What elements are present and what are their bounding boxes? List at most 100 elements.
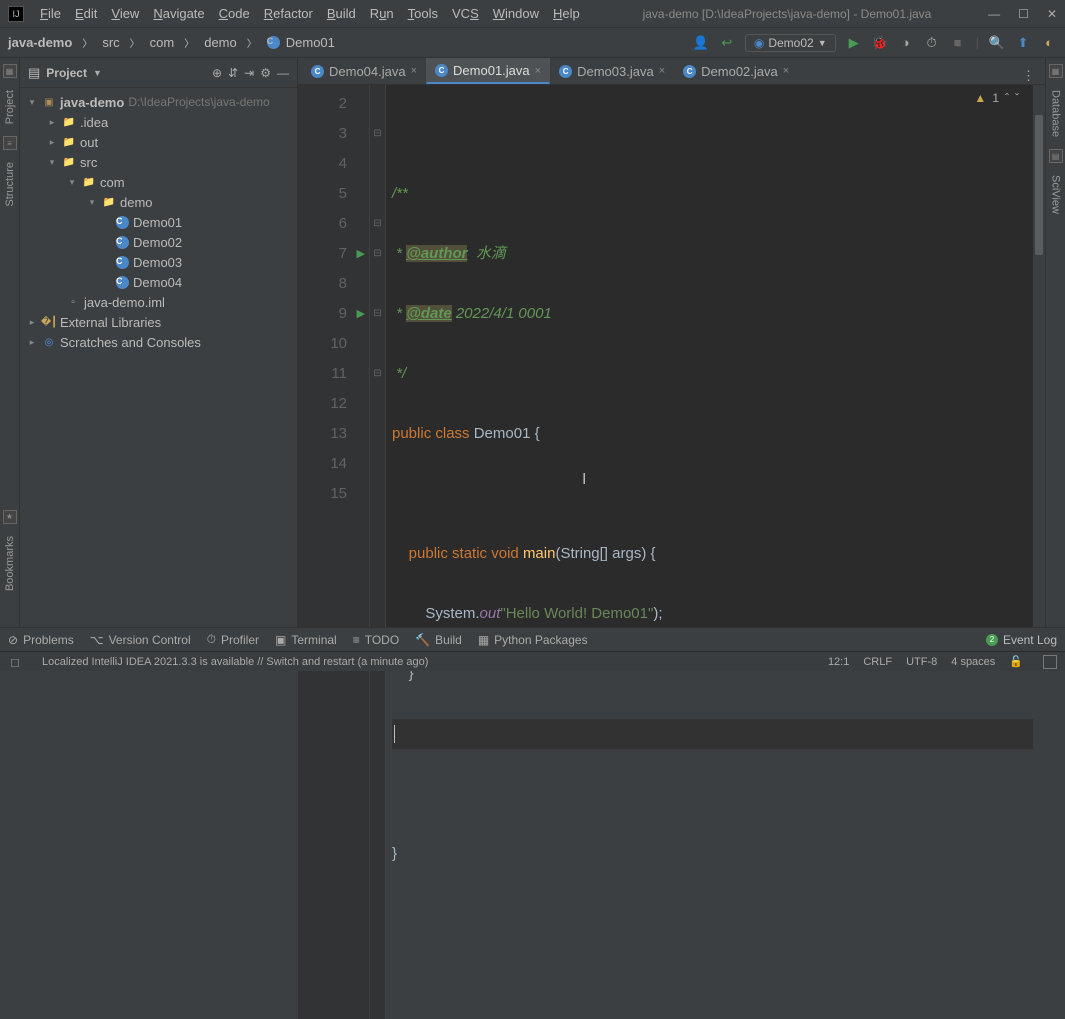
tree-scratch[interactable]: ▸◎ Scratches and Consoles [20,332,297,352]
debug-button[interactable]: 🐞 [872,35,888,51]
settings-gear-icon[interactable]: ⚙ [260,66,271,80]
fold-end-icon[interactable]: ⊟ [370,359,385,389]
line-number[interactable]: 11 [298,359,369,389]
close-tab-icon[interactable]: × [411,65,417,77]
tree-root[interactable]: ▾▣ java-demo D:\IdeaProjects\java-demo [20,92,297,112]
stop-button[interactable]: ■ [950,35,966,51]
prev-highlight-icon[interactable]: ˆ [1005,91,1009,105]
tool-event-log[interactable]: 2Event Log [986,633,1057,647]
tool-terminal[interactable]: ▣Terminal [275,633,337,647]
tree-demo01[interactable]: C Demo01 [20,212,297,232]
maximize-button[interactable]: ☐ [1018,7,1029,21]
bookmarks-tool-label[interactable]: Bookmarks [4,532,16,595]
profile-button[interactable]: ⏱ [924,35,940,51]
close-tab-icon[interactable]: × [535,65,541,77]
line-number[interactable]: 13 [298,419,369,449]
fold-toggle-icon[interactable]: ⊟ [370,299,385,329]
project-view-icon[interactable]: ▤ [28,65,40,81]
line-number-run[interactable]: 7 [298,239,369,269]
status-tool-windows-icon[interactable]: ◻ [8,655,22,669]
project-panel-title[interactable]: Project [46,66,87,80]
hide-panel-icon[interactable]: — [277,66,289,80]
line-number[interactable]: 12 [298,389,369,419]
tool-python-packages[interactable]: ▦Python Packages [478,633,588,647]
sciview-tool-icon[interactable]: ▤ [1049,149,1063,163]
menu-tools[interactable]: Tools [402,4,444,23]
ide-settings-icon[interactable]: ◐ [1041,35,1057,51]
line-number-run[interactable]: 9 [298,299,369,329]
status-readonly-icon[interactable]: 🔓 [1009,655,1023,668]
tool-profiler[interactable]: ⏱Profiler [207,632,259,647]
tab-demo01[interactable]: C Demo01.java × [426,58,550,84]
tab-more-icon[interactable]: ⋮ [1012,68,1045,84]
run-button[interactable]: ▶ [846,35,862,51]
chevron-down-icon[interactable]: ▼ [93,68,102,78]
fold-end-icon[interactable]: ⊟ [370,209,385,239]
tree-demo03[interactable]: C Demo03 [20,252,297,272]
bookmarks-tool-icon[interactable]: ★ [3,510,17,524]
scrollbar-thumb[interactable] [1035,115,1043,255]
fold-toggle-icon[interactable]: ⊟ [370,119,385,149]
tab-demo03[interactable]: C Demo03.java × [550,58,674,84]
menu-help[interactable]: Help [547,4,586,23]
expand-all-icon[interactable]: ⇵ [228,66,238,80]
menu-view[interactable]: View [105,4,145,23]
close-button[interactable]: ✕ [1047,7,1057,21]
menu-vcs[interactable]: VCS [446,4,485,23]
line-number[interactable]: 3 [298,119,369,149]
tree-ext-lib[interactable]: ▸�┃ External Libraries [20,312,297,332]
coverage-button[interactable]: ◑ [898,35,914,51]
minimize-button[interactable]: — [988,7,1000,21]
breadcrumb-leaf[interactable]: Demo01 [286,35,335,50]
run-config-selector[interactable]: ◉ Demo02 ▼ [745,34,836,52]
status-caret-pos[interactable]: 12:1 [828,656,849,668]
code-text[interactable]: /** * @author 水滴 * @date 2022/4/1 0001 *… [386,85,1045,1019]
fold-gutter[interactable]: ⊟ ⊟ ⊟ ⊟ ⊟ [370,85,386,1019]
line-number[interactable]: 15 [298,479,369,509]
tool-todo[interactable]: ≡TODO [353,633,399,647]
status-message[interactable]: Localized IntelliJ IDEA 2021.3.3 is avai… [42,656,814,668]
collapse-icon[interactable]: ⇥ [244,66,254,80]
tree-src[interactable]: ▾📁 src [20,152,297,172]
tree-com[interactable]: ▾📁 com [20,172,297,192]
breadcrumb-src[interactable]: src [102,35,119,50]
next-highlight-icon[interactable]: ˇ [1015,91,1019,105]
inspection-widget[interactable]: ▲ 1 ˆ ˇ [974,91,1019,105]
editor-scrollbar[interactable] [1033,85,1045,1019]
tab-demo02[interactable]: C Demo02.java × [674,58,798,84]
project-tool-label[interactable]: Project [4,86,16,128]
add-user-icon[interactable]: 👤 [693,35,709,51]
tree-demo04[interactable]: C Demo04 [20,272,297,292]
select-opened-icon[interactable]: ⊕ [212,66,222,80]
menu-navigate[interactable]: Navigate [147,4,210,23]
line-number[interactable]: 10 [298,329,369,359]
fold-toggle-icon[interactable]: ⊟ [370,239,385,269]
search-icon[interactable]: 🔍 [989,35,1005,51]
structure-tool-icon[interactable]: ≡ [3,136,17,150]
menu-edit[interactable]: Edit [69,4,103,23]
database-tool-icon[interactable]: ▦ [1049,64,1063,78]
project-tool-icon[interactable]: ▦ [3,64,17,78]
breadcrumb-demo[interactable]: demo [204,35,237,50]
tool-build[interactable]: 🔨Build [415,633,462,647]
line-gutter[interactable]: 2 3 4 5 6 7 8 9 10 11 12 13 14 15 [298,85,370,1019]
menu-run[interactable]: Run [364,4,400,23]
status-encoding[interactable]: UTF-8 [906,656,937,668]
breadcrumb-com[interactable]: com [150,35,175,50]
line-number[interactable]: 14 [298,449,369,479]
structure-tool-label[interactable]: Structure [4,158,16,211]
breadcrumb-root[interactable]: java-demo [8,35,72,50]
tree-demo02[interactable]: C Demo02 [20,232,297,252]
tab-demo04[interactable]: C Demo04.java × [302,58,426,84]
close-tab-icon[interactable]: × [659,65,665,77]
status-mem-indicator[interactable] [1043,655,1057,669]
line-number[interactable]: 4 [298,149,369,179]
tool-version-control[interactable]: ⌥Version Control [90,633,191,647]
tree-demo[interactable]: ▾📁 demo [20,192,297,212]
status-line-sep[interactable]: CRLF [863,656,892,668]
code-editor[interactable]: 2 3 4 5 6 7 8 9 10 11 12 13 14 15 ⊟ ⊟ ⊟ … [298,85,1045,1019]
database-tool-label[interactable]: Database [1050,86,1062,141]
sync-icon[interactable]: ⬆ [1015,35,1031,51]
menu-build[interactable]: Build [321,4,362,23]
status-indent[interactable]: 4 spaces [951,656,995,668]
